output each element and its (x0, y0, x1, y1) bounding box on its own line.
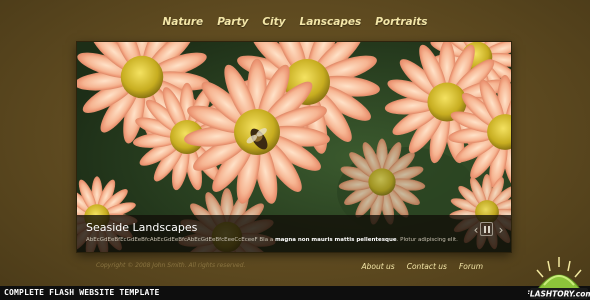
nav-item-city[interactable]: City (255, 16, 292, 28)
chevron-right-icon[interactable]: › (495, 223, 507, 237)
slide-description-highlight: magna non mauris mattis pellentesque (274, 237, 397, 243)
footer-link-about-us[interactable]: About us (361, 262, 394, 271)
copyright-text: Copyright © 2008 John Smith. All rights … (96, 262, 246, 269)
template-banner: COMPLETE FLASH WEBSITE TEMPLATE (0, 286, 590, 300)
flashtory-logo[interactable]: FLASHTORY.com (528, 255, 590, 300)
main-nav: Nature Party City Lanscapes Portraits (0, 16, 590, 28)
caption-bar: Seaside Landscapes AbEcGdEeBfEcGdEeBfcAb… (77, 215, 511, 252)
nav-item-lanscapes[interactable]: Lanscapes (293, 16, 369, 28)
nav-item-portraits[interactable]: Portraits (368, 16, 434, 28)
slide-description-start: AbEcGdEeBfEcGdEeBfcAbEcGdEeBfcAbEcGdEeBf… (86, 237, 275, 243)
nav-item-party[interactable]: Party (210, 16, 255, 28)
brand-text: FLASHTORY.com (528, 290, 590, 299)
footer-link-forum[interactable]: Forum (459, 262, 483, 271)
nav-item-nature[interactable]: Nature (156, 16, 211, 28)
slide-title: Seaside Landscapes (86, 221, 198, 234)
slideshow-stage[interactable]: Seaside Landscapes AbEcGdEeBfEcGdEeBfcAb… (77, 42, 511, 252)
banner-title: COMPLETE FLASH WEBSITE TEMPLATE (4, 288, 160, 297)
pause-icon[interactable] (480, 222, 493, 236)
slide-description: AbEcGdEeBfEcGdEeBfcAbEcGdEeBfcAbEcGdEeBf… (86, 237, 458, 243)
footer-link-contact-us[interactable]: Contact us (407, 262, 447, 271)
slide-description-end: . Plotur adipiscing elit. (396, 237, 458, 243)
footer-links: About us Contact us Forum (349, 262, 483, 271)
